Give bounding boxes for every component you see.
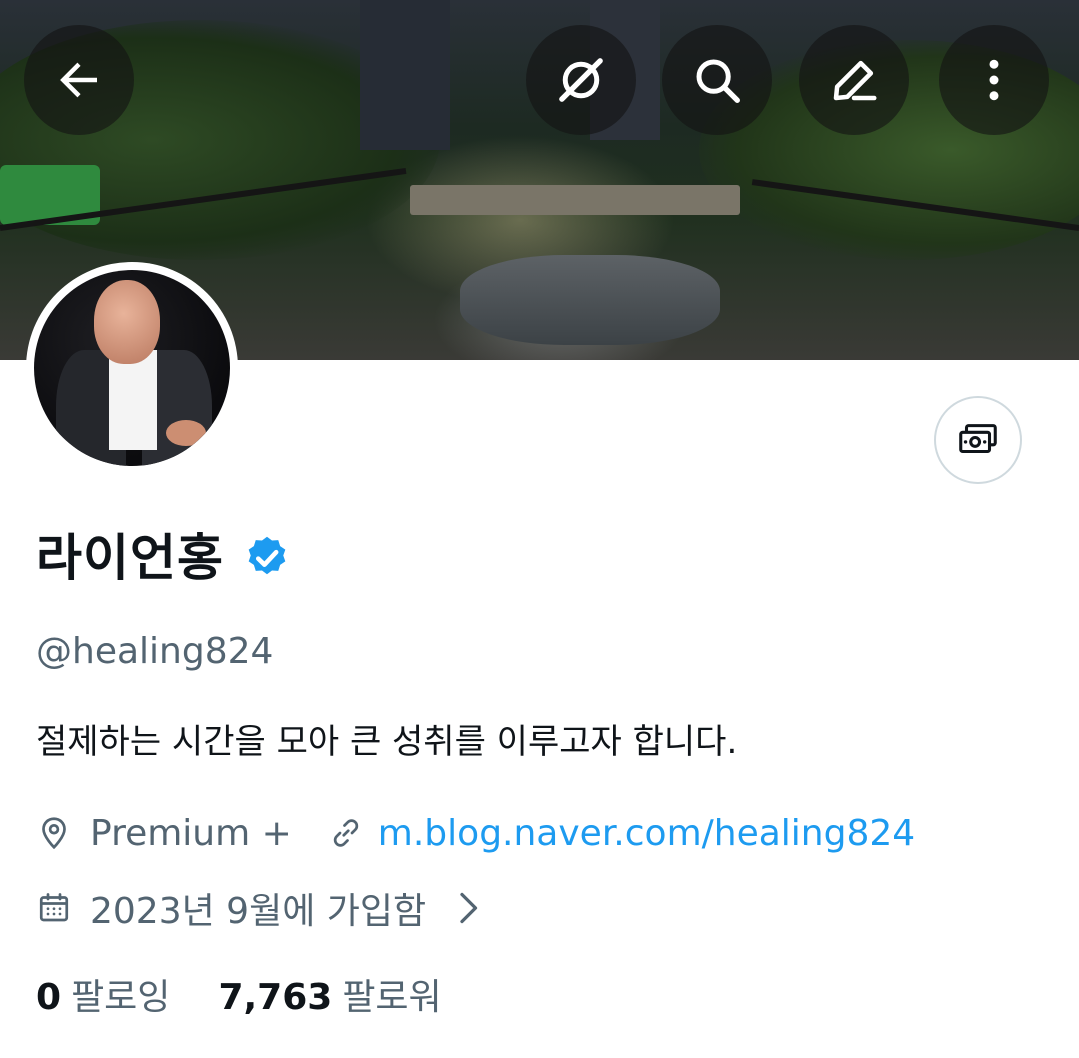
search-button[interactable]	[662, 25, 772, 135]
banner-bridge	[410, 185, 740, 215]
search-icon	[696, 59, 740, 103]
profile-bio: 절제하는 시간을 모아 큰 성취를 이루고자 합니다.	[36, 722, 738, 762]
profile-handle: @healing824	[36, 631, 274, 672]
avatar[interactable]	[34, 270, 230, 466]
following-count: 0	[36, 977, 62, 1018]
following-label: 팔로잉	[71, 977, 171, 1018]
location-pin-icon	[42, 817, 66, 850]
verified-badge-icon[interactable]	[242, 533, 292, 583]
banner-stream	[460, 255, 720, 345]
more-button[interactable]	[939, 25, 1049, 135]
avatar-face	[94, 280, 160, 364]
money-icon	[959, 424, 997, 454]
banner-building	[360, 0, 450, 150]
grok-button[interactable]	[526, 25, 636, 135]
profile-website-link[interactable]: m.blog.naver.com/healing824	[378, 813, 915, 854]
pencil-icon	[833, 60, 877, 101]
following-link[interactable]: 0 팔로잉	[36, 975, 170, 1021]
avatar-shirt	[109, 350, 157, 450]
profile-follow-counts: 0 팔로잉 7,763 팔로워	[36, 975, 442, 1021]
edit-button[interactable]	[799, 25, 909, 135]
subscribe-button[interactable]	[934, 396, 1022, 484]
followers-label: 팔로워	[342, 977, 442, 1018]
avatar-ring[interactable]	[26, 262, 238, 474]
more-vertical-icon	[989, 59, 999, 101]
profile-name: 라이언홍	[36, 529, 224, 587]
avatar-hand	[166, 420, 206, 446]
profile-name-row: 라이언홍	[36, 528, 292, 588]
profile-meta-row: Premium + m.blog.naver.com/healing824	[36, 808, 915, 858]
back-button[interactable]	[24, 25, 134, 135]
grok-icon	[559, 58, 603, 102]
profile-location: Premium +	[90, 812, 292, 854]
calendar-icon	[39, 893, 69, 922]
followers-link[interactable]: 7,763 팔로워	[218, 975, 441, 1021]
profile-joined-row[interactable]: 2023년 9월에 가입함	[36, 883, 486, 933]
link-icon	[333, 819, 358, 847]
followers-count: 7,763	[218, 977, 333, 1018]
profile-joined-date: 2023년 9월에 가입함	[90, 891, 427, 932]
chevron-right-icon[interactable]	[450, 890, 486, 926]
arrow-left-icon	[60, 62, 97, 98]
